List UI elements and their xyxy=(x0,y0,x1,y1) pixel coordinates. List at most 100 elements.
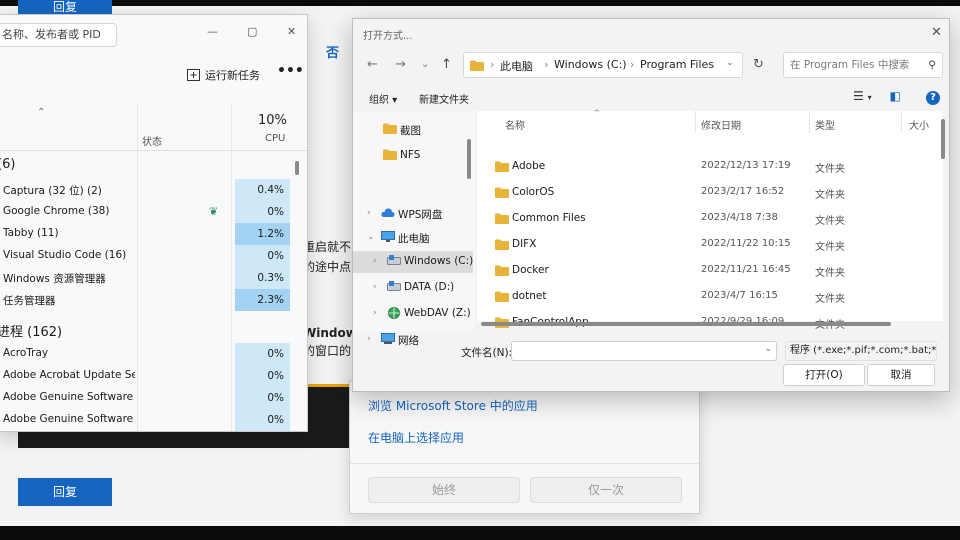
organize-menu[interactable]: 组织 ▾ xyxy=(369,91,397,106)
nav-item[interactable]: NFS xyxy=(353,145,473,167)
breadcrumb-windows-c[interactable]: Windows (C:) xyxy=(554,58,627,71)
process-row[interactable]: Tabby (11) 1.2% xyxy=(0,223,297,245)
just-once-button[interactable]: 仅一次 xyxy=(530,477,682,503)
run-new-task-button[interactable]: 运行新任务 xyxy=(187,67,260,83)
process-name: AcroTray xyxy=(3,347,49,359)
process-cpu: 0% xyxy=(235,245,290,267)
nav-item[interactable]: 截图 xyxy=(353,119,473,141)
maximize-icon[interactable]: ▢ xyxy=(247,25,257,38)
view-list-icon[interactable]: ☰ xyxy=(853,89,864,103)
process-name: 任务管理器 xyxy=(3,295,56,307)
reply-button-bottom[interactable]: 回复 xyxy=(18,478,112,506)
file-type: 文件夹 xyxy=(815,216,845,227)
cancel-button[interactable]: 取消 xyxy=(867,364,935,386)
process-row[interactable]: Adobe Acrobat Update Ser... 0% xyxy=(0,365,297,387)
nav-item-label: Windows (C:) xyxy=(404,255,474,267)
expand-chevron-icon[interactable]: › xyxy=(367,334,371,344)
file-row[interactable]: Common Files 2023/4/18 7:38 文件夹 xyxy=(477,205,937,231)
process-row[interactable]: AcroTray 0% xyxy=(0,343,297,365)
process-row[interactable]: Windows 资源管理器 0.3% xyxy=(0,267,297,289)
file-row[interactable]: Adobe 2022/12/13 17:19 文件夹 xyxy=(477,153,937,179)
choose-on-pc-link[interactable]: 在电脑上选择应用 xyxy=(368,429,464,446)
nav-item-label: NFS xyxy=(400,149,421,161)
open-with-chooser: 浏览 Microsoft Store 中的应用 在电脑上选择应用 始终 仅一次 xyxy=(349,380,700,514)
file-list-hscrollbar[interactable] xyxy=(481,322,891,326)
recent-locations-icon[interactable]: ⌄ xyxy=(421,59,429,70)
status-column-header[interactable]: 状态 xyxy=(142,133,162,148)
filename-input[interactable]: ⌄ xyxy=(511,341,777,361)
column-divider xyxy=(809,111,810,133)
forward-icon[interactable]: → xyxy=(395,57,406,72)
network-drive-icon xyxy=(387,307,401,319)
name-column-header[interactable]: 名称 xyxy=(505,117,525,132)
column-divider xyxy=(901,111,902,133)
sort-indicator-icon: ⌃ xyxy=(593,109,601,119)
nav-item[interactable]: › DATA (D:) xyxy=(353,277,473,299)
file-row[interactable]: ColorOS 2023/2/17 16:52 文件夹 xyxy=(477,179,937,205)
view-dropdown-icon[interactable]: ▾ xyxy=(868,93,872,102)
search-input[interactable]: 在 Program Files 中搜索 ⚲ xyxy=(783,52,943,78)
file-modified: 2023/2/17 16:52 xyxy=(701,186,785,197)
breadcrumb-program-files[interactable]: Program Files xyxy=(640,58,714,71)
address-dropdown-icon[interactable]: ⌄ xyxy=(726,58,734,68)
filename-dropdown-icon[interactable]: ⌄ xyxy=(764,344,772,354)
new-folder-button[interactable]: 新建文件夹 xyxy=(419,91,469,106)
file-list: ⌃ 名称 修改日期 类型 大小 Adobe 2022/12/13 17:19 文件夹… xyxy=(477,109,943,331)
background-processes-header[interactable]: 进程 (162) xyxy=(0,321,62,340)
process-row[interactable]: Adobe Genuine Software I... 0% xyxy=(0,387,297,409)
notice-text-1: 重启就不 xyxy=(303,240,352,254)
open-button[interactable]: 打开(O) xyxy=(783,364,865,386)
back-icon[interactable]: ← xyxy=(367,57,378,72)
expand-chevron-icon[interactable]: › xyxy=(373,308,377,318)
apps-group-header[interactable]: (6) xyxy=(0,157,15,172)
expand-chevron-icon[interactable]: ⌄ xyxy=(367,232,375,242)
view-options[interactable]: ☰ ▾ ◧ xyxy=(853,89,901,103)
file-row[interactable]: DIFX 2022/11/22 10:15 文件夹 xyxy=(477,231,937,257)
task-manager-scrollbar[interactable] xyxy=(295,161,299,175)
file-row[interactable]: Docker 2022/11/21 16:45 文件夹 xyxy=(477,257,937,283)
nav-item[interactable]: › 网络 xyxy=(353,329,473,351)
preview-pane-icon[interactable]: ◧ xyxy=(889,89,900,103)
cloud-icon xyxy=(381,207,395,219)
always-button[interactable]: 始终 xyxy=(368,477,520,503)
nav-item[interactable]: › WPS网盘 xyxy=(353,203,473,225)
expand-chevron-icon[interactable]: › xyxy=(373,282,377,292)
nav-item[interactable]: › WebDAV (Z:) xyxy=(353,303,473,325)
close-icon[interactable]: ✕ xyxy=(287,25,296,38)
process-row[interactable]: Adobe Genuine Software ... 0% xyxy=(0,409,297,431)
open-with-dialog: 打开方式... ✕ ← → ⌄ ↑ › 此电脑 › Windows (C:) ›… xyxy=(352,18,950,392)
type-column-header[interactable]: 类型 xyxy=(815,117,835,132)
process-name: Tabby (11) xyxy=(3,227,59,239)
address-bar[interactable]: › 此电脑 › Windows (C:) › Program Files ⌄ xyxy=(463,52,743,78)
close-icon[interactable]: ✕ xyxy=(931,25,942,40)
file-row[interactable]: dotnet 2023/4/7 16:15 文件夹 xyxy=(477,283,937,309)
help-icon[interactable]: ? xyxy=(926,91,940,105)
cpu-column-header[interactable]: CPU xyxy=(265,133,285,144)
process-row[interactable]: 任务管理器 2.3% xyxy=(0,289,297,311)
folder-icon xyxy=(495,187,509,198)
process-row[interactable]: Google Chrome (38) 0% xyxy=(0,201,297,223)
nav-item[interactable]: ⌄ 此电脑 xyxy=(353,227,473,249)
expand-chevron-icon[interactable]: › xyxy=(373,256,377,266)
breadcrumb-this-pc[interactable]: 此电脑 xyxy=(500,58,533,74)
file-list-scrollbar[interactable] xyxy=(941,119,945,159)
file-type: 文件夹 xyxy=(815,164,845,175)
process-search-input[interactable]: 名称、发布者或 PID xyxy=(0,23,117,47)
process-row[interactable]: Captura (32 位) (2) 0.4% xyxy=(0,179,297,201)
modified-column-header[interactable]: 修改日期 xyxy=(701,117,741,132)
browse-store-link[interactable]: 浏览 Microsoft Store 中的应用 xyxy=(368,397,538,414)
up-icon[interactable]: ↑ xyxy=(441,57,452,72)
refresh-icon[interactable]: ↻ xyxy=(753,57,764,72)
process-row[interactable]: Visual Studio Code (16) 0% xyxy=(0,245,297,267)
notice-text-2: 的途中点 xyxy=(303,260,352,274)
nav-item[interactable]: › Windows (C:) xyxy=(353,251,473,273)
size-column-header[interactable]: 大小 xyxy=(909,117,929,132)
file-type-select[interactable]: 程序 (*.exe;*.pif;*.com;*.bat;* xyxy=(785,341,937,361)
nav-scrollbar[interactable] xyxy=(467,139,471,179)
computer-icon xyxy=(381,231,395,243)
more-options-icon[interactable]: ••• xyxy=(277,63,304,79)
expand-chevron-icon[interactable]: › xyxy=(367,208,371,218)
minimize-icon[interactable]: — xyxy=(207,25,218,38)
sort-up-icon[interactable]: ⌃ xyxy=(37,107,45,118)
no-option[interactable]: 否 xyxy=(326,42,339,61)
